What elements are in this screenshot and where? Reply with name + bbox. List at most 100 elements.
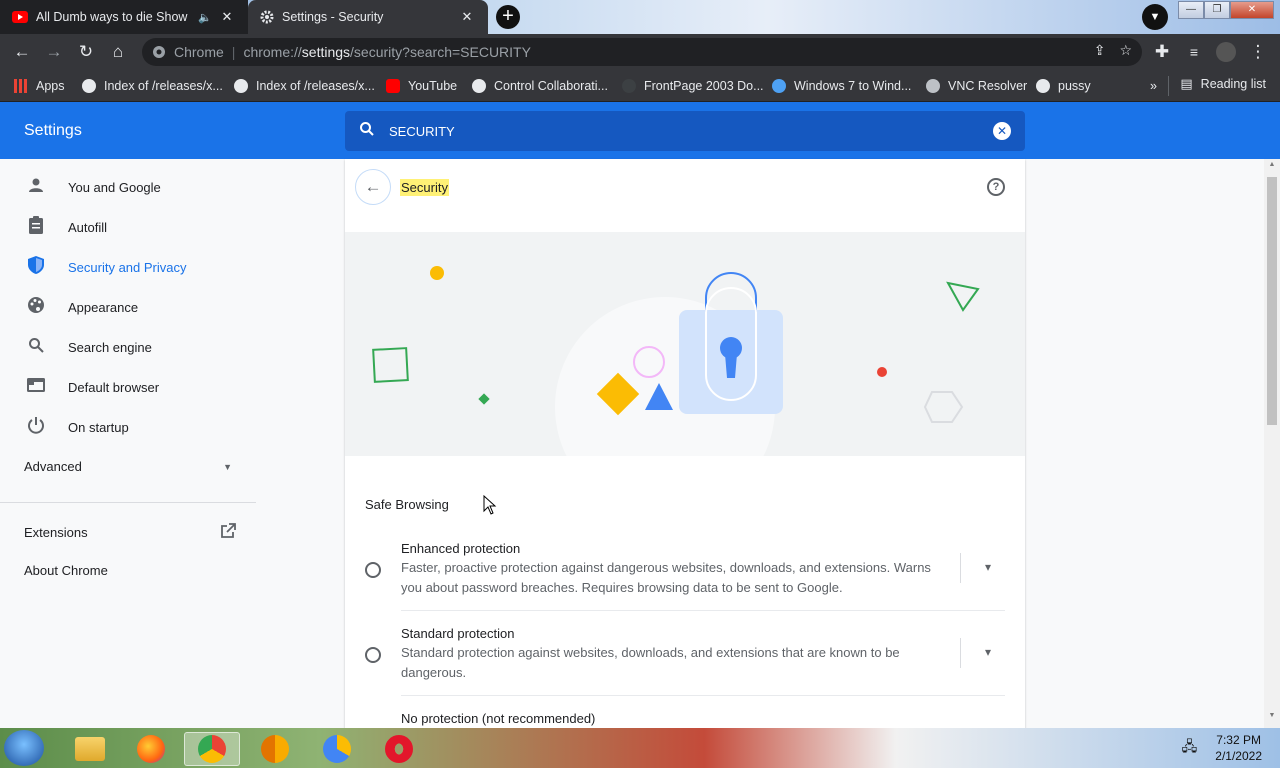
tab-settings[interactable]: Settings - Security ✕ <box>248 0 488 34</box>
url-host: settings <box>301 44 351 60</box>
globe-icon <box>472 79 486 93</box>
scroll-up-icon[interactable]: ▲ <box>1264 161 1280 175</box>
back-button[interactable]: ← <box>355 169 391 205</box>
sidebar-item-label: Default browser <box>68 379 160 395</box>
extensions-label: Extensions <box>24 525 88 540</box>
bookmark-windows[interactable]: Windows 7 to Wind... <box>772 76 911 96</box>
bookmark-index-2[interactable]: Index of /releases/x... <box>234 76 375 96</box>
bookmark-misc[interactable]: pussy <box>1036 76 1091 96</box>
extensions-puzzle-icon[interactable]: ✚ <box>1150 40 1174 64</box>
person-icon <box>24 177 48 197</box>
settings-search-bar[interactable]: SECURITY ✕ <box>345 111 1025 151</box>
bookmark-label: Index of /releases/x... <box>256 79 375 93</box>
bookmark-vnc-resolver[interactable]: VNC Resolver <box>926 76 1027 96</box>
reload-icon[interactable]: ↻ <box>74 40 98 64</box>
windows-icon <box>772 79 786 93</box>
bookmarks-overflow-button[interactable]: » <box>1150 76 1157 96</box>
address-bar[interactable]: Chrome | chrome:// settings /security?se… <box>142 38 1142 66</box>
taskbar-clock[interactable]: 7:32 PM 2/1/2022 <box>1215 732 1262 764</box>
back-arrow-icon[interactable]: ← <box>10 40 34 64</box>
media-control-icon[interactable]: ≡ <box>1182 40 1206 64</box>
search-icon <box>345 121 389 142</box>
bookmark-label: FrontPage 2003 Do... <box>644 79 764 93</box>
search-input[interactable]: SECURITY <box>389 124 993 139</box>
option-divider <box>960 553 961 583</box>
bookmark-label: Control Collaborati... <box>494 79 608 93</box>
share-icon[interactable]: ⇪ <box>1094 42 1106 59</box>
advanced-label: Advanced <box>24 459 82 474</box>
avatar[interactable] <box>1214 40 1238 64</box>
sidebar-item-search-engine[interactable]: Search engine <box>0 327 256 367</box>
chevron-down-icon[interactable]: ▾ <box>985 645 991 659</box>
url-path: /security?search=SECURITY <box>350 44 531 60</box>
sidebar-item-security-and-privacy[interactable]: Security and Privacy <box>0 247 256 287</box>
taskbar-chrome-canary[interactable] <box>247 732 303 766</box>
chevron-down-icon[interactable]: ▾ <box>985 560 991 574</box>
bookmark-label: pussy <box>1058 79 1091 93</box>
start-button[interactable] <box>4 730 44 766</box>
sidebar-item-appearance[interactable]: Appearance <box>0 287 256 327</box>
globe-icon <box>1036 79 1050 93</box>
url-scheme: chrome:// <box>243 44 302 60</box>
sidebar-item-label: On startup <box>68 419 129 435</box>
sidebar-item-label: Autofill <box>68 219 108 235</box>
new-tab-button[interactable]: + <box>496 5 520 29</box>
sidebar-item-you-and-google[interactable]: You and Google <box>0 167 256 207</box>
search-icon <box>24 337 48 357</box>
settings-sidebar: You and Google Autofill Security and Pri… <box>0 159 256 728</box>
reading-list-button[interactable]: ▤ Reading list <box>1168 76 1266 96</box>
chrome-beta-icon <box>323 735 351 763</box>
standard-protection-radio[interactable] <box>365 647 381 663</box>
sidebar-item-on-startup[interactable]: On startup <box>0 407 256 447</box>
minimize-button[interactable]: — <box>1178 1 1204 19</box>
sidebar-item-about-chrome[interactable]: About Chrome <box>24 563 108 578</box>
network-icon[interactable]: 🖧 <box>1182 736 1198 760</box>
star-icon[interactable]: ☆ <box>1119 42 1132 59</box>
enhanced-protection-radio[interactable] <box>365 562 381 578</box>
bookmark-youtube[interactable]: YouTube <box>386 76 457 96</box>
windows-taskbar: 🖧 7:32 PM 2/1/2022 <box>0 728 1280 768</box>
window-close-button[interactable]: ✕ <box>1230 1 1274 19</box>
vnc-icon <box>926 79 940 93</box>
scrollbar-thumb[interactable] <box>1267 177 1277 425</box>
taskbar-firefox[interactable] <box>123 732 179 766</box>
maximize-button[interactable]: ❐ <box>1204 1 1230 19</box>
bookmark-control-collaboration[interactable]: Control Collaborati... <box>472 76 608 96</box>
bookmark-label: Index of /releases/x... <box>104 79 223 93</box>
youtube-icon <box>386 79 400 93</box>
page-scrollbar[interactable]: ▲ ▼ <box>1264 159 1280 728</box>
bookmark-label: Apps <box>36 79 65 93</box>
taskbar-chrome-beta[interactable] <box>309 732 365 766</box>
bookmark-apps[interactable]: Apps <box>14 76 65 96</box>
sidebar-item-extensions[interactable]: Extensions <box>24 523 236 542</box>
sidebar-advanced-toggle[interactable]: Advanced ▼ <box>24 459 232 474</box>
browser-icon <box>24 378 48 396</box>
forward-arrow-icon[interactable]: → <box>42 40 66 64</box>
clock-date: 2/1/2022 <box>1215 749 1262 763</box>
site-label: Chrome <box>174 44 224 60</box>
close-tab-icon[interactable]: ✕ <box>218 9 236 25</box>
clear-search-icon[interactable]: ✕ <box>993 122 1011 140</box>
taskbar-opera[interactable] <box>371 732 427 766</box>
taskbar-chrome[interactable] <box>184 732 240 766</box>
speaker-icon[interactable]: 🔈 <box>196 11 214 24</box>
taskbar-file-explorer[interactable] <box>62 732 118 766</box>
home-icon[interactable]: ⌂ <box>106 40 130 64</box>
bookmark-index-1[interactable]: Index of /releases/x... <box>82 76 223 96</box>
power-icon <box>24 416 48 438</box>
window-controls: — ❐ ✕ <box>1178 1 1274 19</box>
palette-icon <box>24 296 48 318</box>
close-tab-icon[interactable]: ✕ <box>458 9 476 25</box>
scroll-down-icon[interactable]: ▼ <box>1264 712 1280 726</box>
gear-icon <box>260 10 274 24</box>
more-menu-icon[interactable]: ⋮ <box>1246 40 1270 64</box>
tab-search-button[interactable]: ▼ <box>1142 4 1168 30</box>
sidebar-item-default-browser[interactable]: Default browser <box>0 367 256 407</box>
security-page-card: ← Security ? Safe Browsing Enhanced prot… <box>345 159 1025 728</box>
sidebar-item-autofill[interactable]: Autofill <box>0 207 256 247</box>
safe-browsing-heading: Safe Browsing <box>365 497 449 512</box>
bookmark-frontpage[interactable]: FrontPage 2003 Do... <box>622 76 764 96</box>
tab-youtube[interactable]: All Dumb ways to die Show 🔈 ✕ <box>0 0 248 34</box>
globe-icon <box>82 79 96 93</box>
help-icon[interactable]: ? <box>987 178 1005 196</box>
